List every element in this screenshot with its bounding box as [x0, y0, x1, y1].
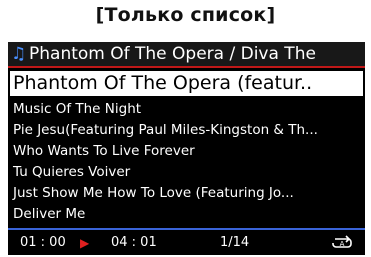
- list-item[interactable]: Music Of The Night: [8, 99, 365, 120]
- header-title: Phantom Of The Opera / Diva The: [29, 44, 316, 64]
- status-bar: 01 : 00 ▶ 04 : 01 1/14 A: [8, 231, 365, 255]
- list-item[interactable]: Just Show Me How To Love (Featuring Jo..…: [8, 183, 365, 204]
- play-icon: ▶: [80, 236, 90, 250]
- elapsed-time: 01 : 00: [20, 235, 66, 250]
- repeat-icon: A: [331, 235, 353, 255]
- music-note-icon: ♫: [11, 44, 27, 64]
- footer-divider: [8, 228, 365, 230]
- track-position: 1/14: [220, 235, 250, 250]
- header-divider: [8, 66, 365, 68]
- list-item[interactable]: Pie Jesu(Featuring Paul Miles-Kingston &…: [8, 120, 365, 141]
- header-bar: ♫ Phantom Of The Opera / Diva The: [8, 42, 365, 66]
- player-screen: ♫ Phantom Of The Opera / Diva The Phantom…: [8, 42, 365, 255]
- track-list: Phantom Of The Opera (featur.. Music Of …: [8, 69, 365, 225]
- svg-text:A: A: [340, 240, 345, 248]
- total-time: 04 : 01: [111, 235, 157, 250]
- page-caption: [Только список]: [95, 4, 276, 26]
- list-item[interactable]: Deliver Me: [8, 204, 365, 225]
- list-item-selected[interactable]: Phantom Of The Opera (featur..: [10, 71, 363, 96]
- list-item[interactable]: Tu Quieres Voiver: [8, 162, 365, 183]
- list-item[interactable]: Who Wants To Live Forever: [8, 141, 365, 162]
